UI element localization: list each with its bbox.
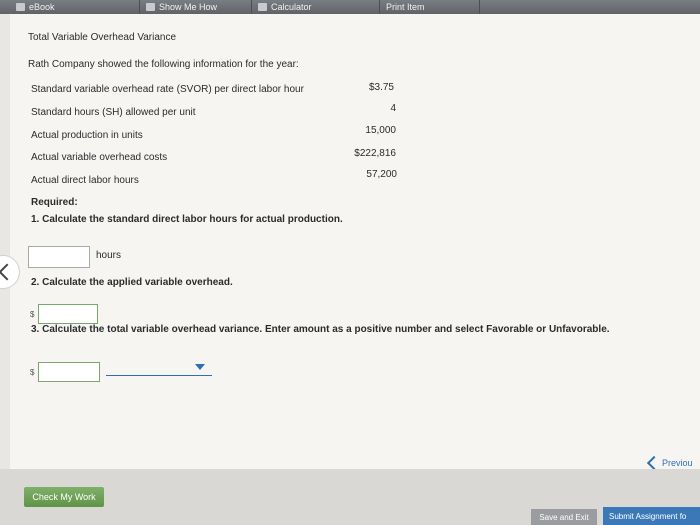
row-label-sh: Standard hours (SH) allowed per unit: [31, 107, 196, 118]
calculator-button[interactable]: Calculator: [252, 0, 380, 14]
question-2: 2. Calculate the applied variable overhe…: [31, 277, 233, 288]
problem-title: Total Variable Overhead Variance: [28, 32, 177, 43]
hours-unit-label: hours: [96, 250, 122, 261]
question-3: 3. Calculate the total variable overhead…: [31, 324, 610, 335]
row-label-production: Actual production in units: [31, 130, 143, 141]
chevron-left-icon: [646, 455, 662, 471]
dropdown-arrow-icon[interactable]: [195, 364, 205, 370]
ebook-button[interactable]: eBook: [10, 0, 140, 14]
row-value-sh: 4: [390, 103, 396, 114]
row-value-production: 15,000: [365, 125, 396, 136]
print-item-button[interactable]: Print Item: [380, 0, 480, 14]
applied-voh-input[interactable]: [38, 304, 98, 324]
show-me-how-button[interactable]: Show Me How: [140, 0, 252, 14]
save-and-exit-button[interactable]: Save and Exit: [531, 509, 597, 525]
row-label-dlh: Actual direct labor hours: [31, 175, 139, 186]
question-1: 1. Calculate the standard direct labor h…: [31, 214, 343, 225]
hours-input[interactable]: [28, 246, 90, 268]
check-my-work-button[interactable]: Check My Work: [24, 487, 104, 507]
submit-assignment-button[interactable]: Submit Assignment fo: [603, 507, 700, 525]
row-label-actual-voh: Actual variable overhead costs: [31, 152, 168, 163]
currency-symbol-q3: $: [30, 368, 35, 377]
show-me-how-label: Show Me How: [159, 2, 218, 12]
voh-variance-input[interactable]: [38, 362, 100, 382]
currency-symbol-q2: $: [30, 310, 35, 319]
favorable-unfavorable-select[interactable]: [106, 375, 212, 376]
row-value-svor: $3.75: [368, 82, 394, 93]
book-icon: [16, 3, 25, 11]
ebook-label: eBook: [29, 2, 55, 12]
previous-label: Previou: [662, 458, 693, 468]
calculator-icon: [258, 3, 267, 11]
problem-intro: Rath Company showed the following inform…: [28, 59, 299, 70]
print-item-label: Print Item: [386, 2, 425, 12]
row-value-dlh: 57,200: [366, 169, 397, 180]
top-toolbar: eBook Show Me How Calculator Print Item: [0, 0, 700, 14]
required-label: Required:: [31, 197, 78, 208]
calculator-label: Calculator: [271, 2, 312, 12]
chevron-left-icon: [0, 263, 16, 281]
video-icon: [146, 3, 155, 11]
row-value-actual-voh: $222,816: [354, 148, 396, 159]
row-label-svor: Standard variable overhead rate (SVOR) p…: [31, 84, 304, 95]
